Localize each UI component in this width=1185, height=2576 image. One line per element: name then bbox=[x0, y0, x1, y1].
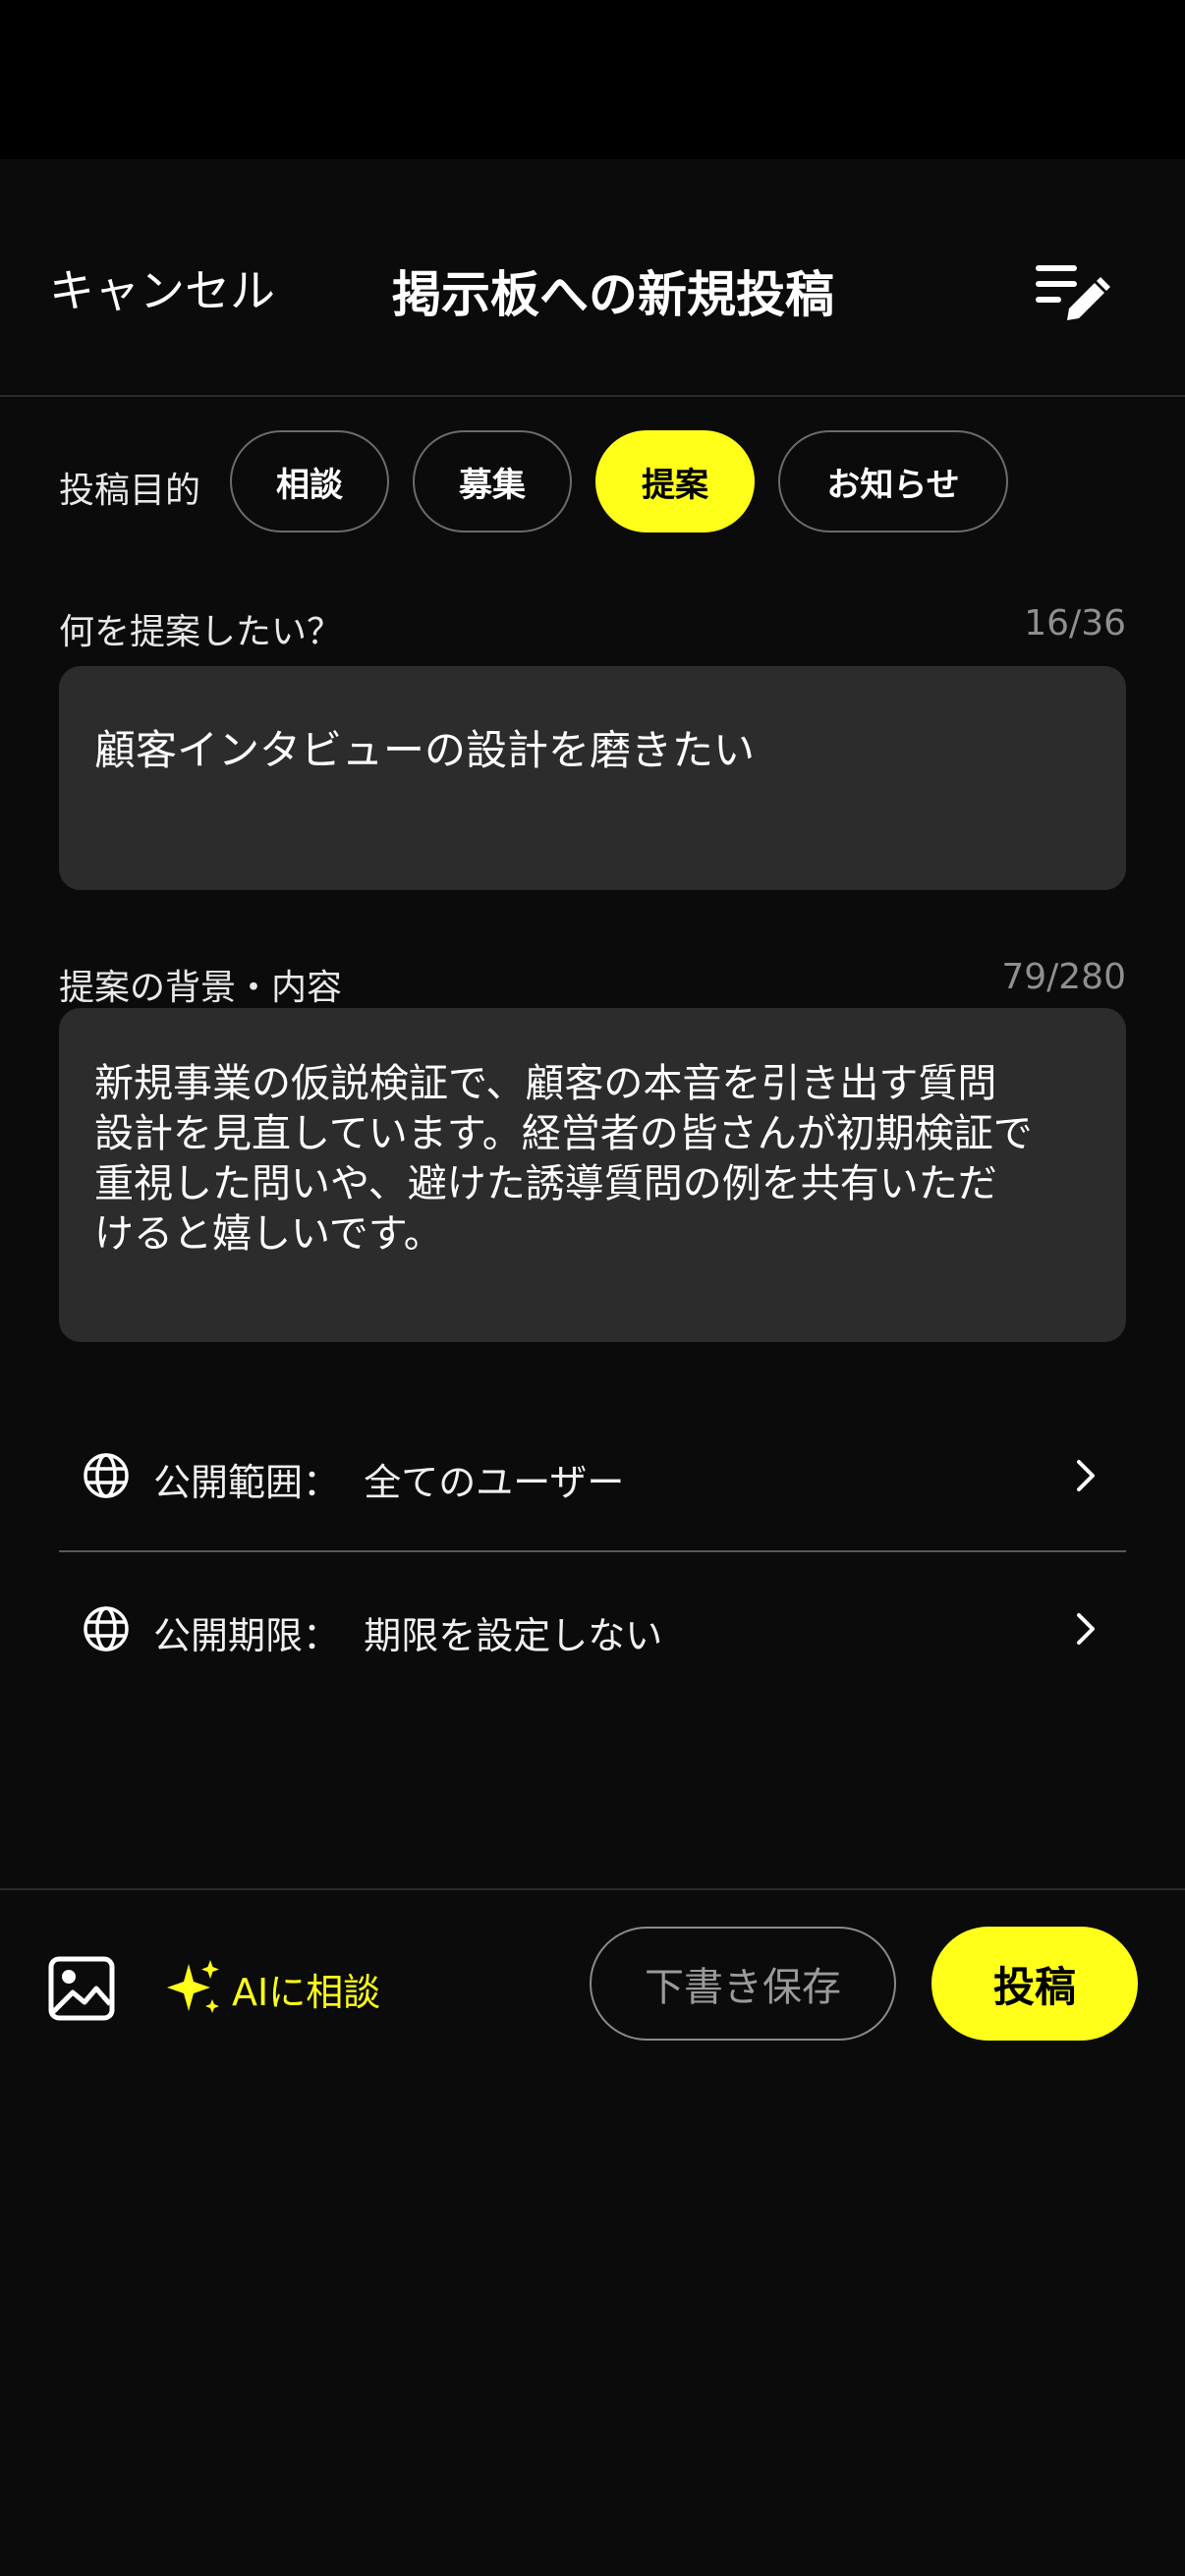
visibility-value: 全てのユーザー bbox=[364, 1461, 625, 1504]
title-char-count: 16/36 bbox=[1024, 603, 1126, 644]
image-icon[interactable] bbox=[47, 1955, 116, 2022]
page-title-text: 掲示板への新規投稿 bbox=[392, 266, 834, 323]
expiry-setting-text: 公開期限： 期限を設定しない bbox=[153, 1605, 662, 1659]
body-textarea[interactable]: 新規事業の仮説検証で、顧客の本音を引き出す質問 設計を見直しています。経営者の皆… bbox=[59, 1008, 1126, 1342]
settings-divider bbox=[59, 1550, 1126, 1552]
post-button[interactable]: 投稿 bbox=[931, 1927, 1138, 2041]
chip-proposal[interactable]: 提案 bbox=[595, 430, 755, 532]
drafts-list-edit-icon[interactable] bbox=[1036, 261, 1110, 326]
visibility-setting-row[interactable]: 公開範囲： 全てのユーザー bbox=[59, 1417, 1126, 1535]
visibility-setting-text: 公開範囲： 全てのユーザー bbox=[153, 1452, 624, 1506]
purpose-label: 投稿目的 bbox=[59, 471, 201, 511]
chip-recruit[interactable]: 募集 bbox=[413, 430, 572, 532]
body-line: けると嬉しいです。 bbox=[94, 1211, 443, 1257]
expiry-setting-row[interactable]: 公開期限： 期限を設定しない bbox=[59, 1570, 1126, 1688]
visibility-label: 公開範囲： bbox=[153, 1461, 341, 1504]
title-field-label: 何を提案したい？ bbox=[59, 612, 343, 652]
bottom-toolbar: AIに相談 下書き保存 投稿 bbox=[0, 1888, 1185, 2041]
body-line: 新規事業の仮説検証で、顧客の本音を引き出す質問 bbox=[94, 1061, 997, 1106]
ai-consult-button[interactable]: AIに相談 bbox=[163, 1953, 380, 2024]
purpose-selector: 投稿目的 相談 募集 提案 お知らせ bbox=[59, 430, 1140, 536]
expiry-label: 公開期限： bbox=[153, 1614, 341, 1657]
globe-icon bbox=[84, 1453, 129, 1498]
ai-consult-label: AIに相談 bbox=[232, 1970, 381, 2014]
header: キャンセル 掲示板への新規投稿 bbox=[0, 159, 1185, 397]
chevron-right-icon bbox=[1077, 1460, 1095, 1491]
body-char-count: 79/280 bbox=[1001, 957, 1126, 997]
globe-icon bbox=[84, 1606, 129, 1652]
expiry-value: 期限を設定しない bbox=[364, 1614, 663, 1657]
body-line: 重視した問いや、避けた誘導質問の例を共有いただ bbox=[94, 1161, 997, 1206]
page-title: 掲示板への新規投稿 bbox=[0, 255, 1185, 326]
title-input[interactable]: 顧客インタビューの設計を磨きたい bbox=[59, 666, 1126, 890]
chip-consult[interactable]: 相談 bbox=[230, 430, 389, 532]
body-line: 設計を見直しています。経営者の皆さんが初期検証で bbox=[94, 1111, 1033, 1156]
save-draft-button[interactable]: 下書き保存 bbox=[590, 1927, 896, 2041]
chevron-right-icon bbox=[1077, 1613, 1095, 1645]
status-bar bbox=[0, 0, 1185, 159]
chip-announcement[interactable]: お知らせ bbox=[778, 430, 1008, 532]
body-field-label: 提案の背景・内容 bbox=[59, 968, 343, 1008]
sparkles-icon bbox=[167, 1960, 219, 2013]
